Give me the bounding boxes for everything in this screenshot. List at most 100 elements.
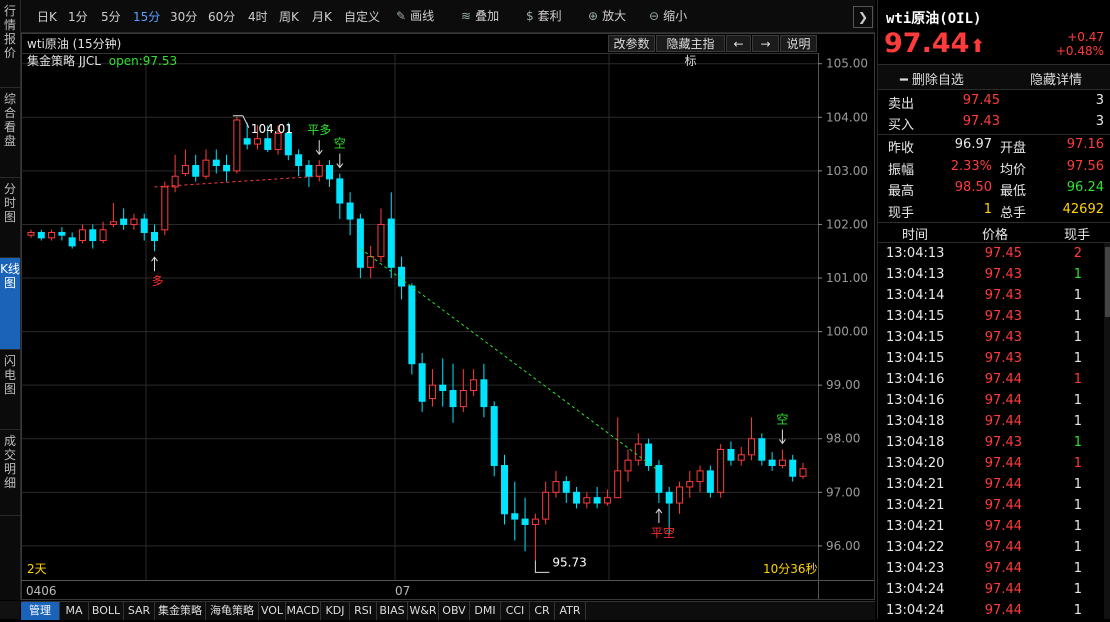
trade-price: 97.44 <box>984 372 1022 387</box>
candle-body-1 <box>37 231 45 239</box>
left-tab-0[interactable]: 行情报价 <box>0 0 20 88</box>
indicator-tab-16[interactable]: ATR <box>555 602 586 620</box>
left-tab-3[interactable]: K线图 <box>0 258 20 350</box>
period-6[interactable]: 4时 <box>248 8 268 25</box>
indicator-tab-15[interactable]: CR <box>530 602 555 620</box>
tool-button-3[interactable]: ⊕ 放大 <box>588 6 626 26</box>
left-tab-2[interactable]: 分时图 <box>0 178 20 258</box>
left-tab-4[interactable]: 闪电图 <box>0 350 20 430</box>
kline-chart[interactable]: 105.00 104.00 103.00 102.00 101.00 100.00 99.0… <box>21 33 875 600</box>
period-4[interactable]: 30分 <box>170 8 197 25</box>
indicator-tab-6[interactable]: VOL <box>259 602 286 620</box>
trade-time: 13:04:13 <box>886 267 945 282</box>
period-2[interactable]: 5分 <box>101 8 121 25</box>
indicator-tab-10[interactable]: BIAS <box>377 602 408 620</box>
period-9[interactable]: 自定义 <box>344 8 380 25</box>
trade-volume: 1 <box>1073 288 1082 303</box>
indicator-tab-12[interactable]: OBV <box>439 602 470 620</box>
tool-button-4[interactable]: ⊖ 缩小 <box>649 6 687 26</box>
chart-button-0[interactable]: 改参数 <box>608 35 655 52</box>
stat-label-b: 均价 <box>1000 162 1027 178</box>
tool-button-0[interactable]: ✎ 画线 <box>396 6 434 26</box>
candle-body-41 <box>449 390 457 408</box>
candle-body-66 <box>706 470 714 493</box>
chart-button-2[interactable]: ← <box>726 35 751 52</box>
trade-price: 97.44 <box>984 393 1022 408</box>
trade-price: 97.44 <box>984 540 1022 555</box>
candle-body-45 <box>490 406 498 467</box>
candle-body-65 <box>696 470 704 483</box>
candlestick-chart-svg: 105.00 104.00 103.00 102.00 101.00 100.00 99.0… <box>21 33 875 600</box>
chart-button-3[interactable]: → <box>752 35 779 52</box>
trade-time: 13:04:18 <box>886 414 945 429</box>
indicator-tab-5[interactable]: 海龟策略 <box>206 602 259 620</box>
green-trend-line <box>360 248 660 472</box>
candle-body-18 <box>212 159 220 167</box>
indicator-tab-0[interactable]: 管理 <box>21 602 60 620</box>
indicator-tab-7[interactable]: MACD <box>286 602 321 620</box>
indicator-tab-8[interactable]: KDJ <box>321 602 350 620</box>
trade-time: 13:04:24 <box>886 603 945 618</box>
candle-body-32 <box>356 218 364 268</box>
left-tab-5[interactable]: 成交明细 <box>0 430 20 516</box>
indicator-tab-9[interactable]: RSI <box>350 602 377 620</box>
stat-value-b: 97.56 <box>1066 158 1104 174</box>
trade-volume: 1 <box>1073 477 1082 492</box>
indicator-tab-3[interactable]: SAR <box>124 602 155 620</box>
indicator-tab-4[interactable]: 集金策略 <box>155 602 206 620</box>
period-7[interactable]: 周K <box>279 8 299 25</box>
hide-details-button[interactable]: 隐藏详情 <box>1030 69 1082 88</box>
tool-button-2[interactable]: $ 套利 <box>526 6 562 26</box>
sell-row: 卖出 97.45 3 <box>878 92 1110 113</box>
indicator-tab-1[interactable]: MA <box>60 602 89 620</box>
chart-button-1[interactable]: 隐藏主指标 <box>656 35 725 68</box>
period-8[interactable]: 月K <box>312 8 332 25</box>
trade-list-scrollbar[interactable] <box>1104 243 1110 619</box>
stat-label-a: 现手 <box>888 205 915 221</box>
indicator-tab-11[interactable]: W&R <box>408 602 439 620</box>
chart-toolbar: 日K 1分 5分 15分 30分 60分 4时 周K 月K 自定义 ✎ 画线 ≋ 叠加 $ 套利 ⊕ 放大 ⊖ 缩小… <box>21 0 875 33</box>
trade-volume: 1 <box>1073 309 1082 324</box>
period-5[interactable]: 60分 <box>208 8 235 25</box>
indicator-tab-13[interactable]: DMI <box>470 602 501 620</box>
candle-body-12 <box>151 231 159 242</box>
trade-price: 97.43 <box>984 435 1022 450</box>
trade-volume: 1 <box>1073 498 1082 513</box>
stat-label-a: 最高 <box>888 184 915 199</box>
indicator-tab-2[interactable]: BOLL <box>89 602 124 620</box>
tool-button-1[interactable]: ≋ 叠加 <box>461 6 499 26</box>
trade-row: 13:04:16 97.44 1 <box>878 370 1110 391</box>
chart-title: wti原油 (15分钟) <box>27 37 122 51</box>
ytick-label-0: 105.00 <box>826 57 868 71</box>
trade-volume: 1 <box>1073 267 1082 282</box>
candle-body-53 <box>573 491 581 504</box>
trade-header-1: 价格 <box>982 228 1009 243</box>
trade-price: 97.43 <box>984 288 1022 303</box>
zoom-in-icon: ⊕ <box>588 9 599 23</box>
period-3[interactable]: 15分 <box>133 8 160 25</box>
candle-body-16 <box>192 165 200 177</box>
candle-body-15 <box>181 165 189 175</box>
candle-body-64 <box>686 481 694 488</box>
watchlist-bar: ━ 删除自选 隐藏详情 <box>878 65 1110 89</box>
indicator-tab-14[interactable]: CCI <box>501 602 530 620</box>
sell-price: 97.45 <box>962 93 1000 108</box>
left-tab-1[interactable]: 综合看盘 <box>0 88 20 178</box>
toolbar-expand-arrow-icon[interactable]: ❯ <box>853 6 873 28</box>
period-0[interactable]: 日K <box>37 8 57 25</box>
candle-body-39 <box>428 384 436 400</box>
candle-body-48 <box>521 518 529 525</box>
trade-volume: 1 <box>1073 582 1082 597</box>
period-1[interactable]: 1分 <box>68 8 88 25</box>
stat-value-a: 2.33% <box>950 158 992 174</box>
delete-watchlist-button[interactable]: ━ 删除自选 <box>900 69 964 88</box>
candle-body-75 <box>799 468 807 477</box>
trade-time: 13:04:14 <box>886 288 945 303</box>
candle-body-44 <box>480 379 488 408</box>
buy-qty: 3 <box>1095 114 1104 129</box>
candle-body-20 <box>233 119 241 172</box>
zoom-out-icon: ⊖ <box>649 9 660 23</box>
candle-body-57 <box>614 470 622 499</box>
trade-time: 13:04:15 <box>886 351 945 366</box>
chart-button-4[interactable]: 说明 <box>780 35 817 52</box>
